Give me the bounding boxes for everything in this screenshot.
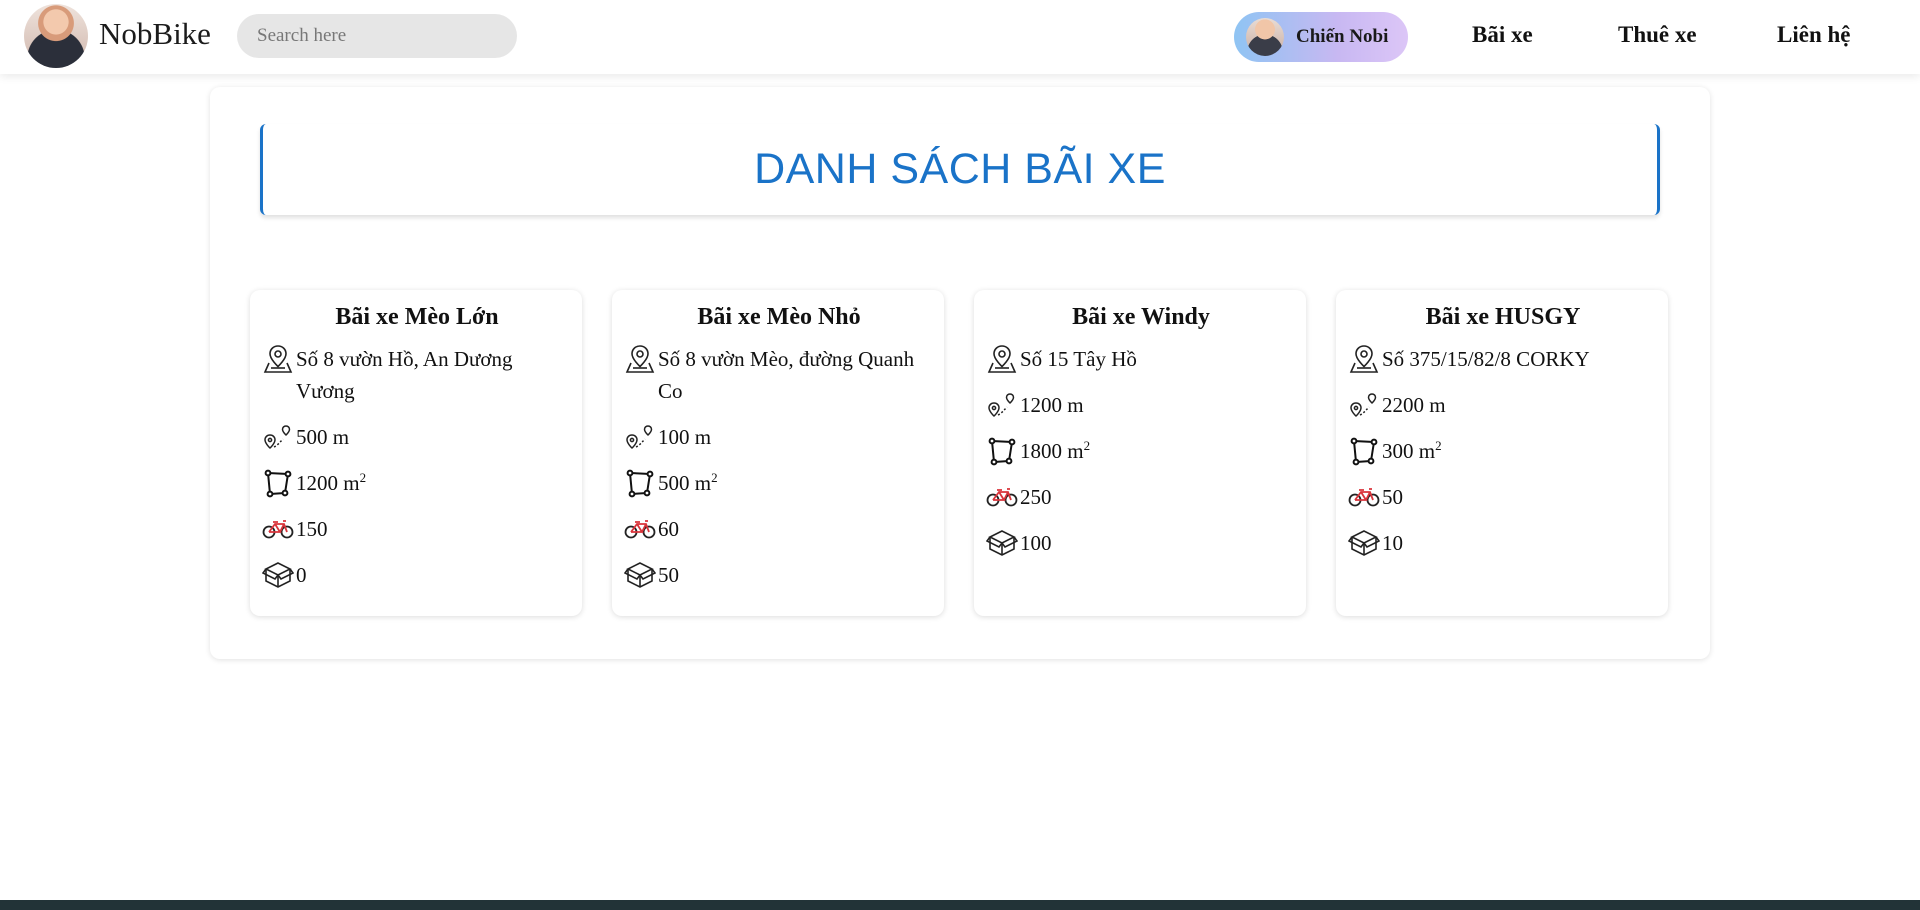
distance-row: 100 m [624, 421, 934, 453]
route-icon [262, 421, 296, 453]
area-row: 300 m2 [1348, 435, 1658, 467]
distance-row: 2200 m [1348, 389, 1658, 421]
boxes-row: 0 [262, 559, 572, 591]
box-icon [986, 527, 1020, 559]
page-title: DANH SÁCH BÃI XE [754, 145, 1166, 193]
box-count: 0 [296, 563, 307, 587]
nav-link-lien-he[interactable]: Liên hệ [1777, 22, 1850, 48]
route-icon [1348, 389, 1382, 421]
address-row: Số 15 Tây Hồ [986, 343, 1296, 375]
distance-text: 1200 m [1020, 393, 1084, 417]
main-panel: DANH SÁCH BÃI XE Bãi xe Mèo Lớn Số 8 vườ… [210, 87, 1710, 659]
bicycle-icon [1348, 481, 1382, 513]
address-text: Số 8 vườn Mèo, đường Quanh Co [658, 347, 915, 403]
area-text: 1200 m2 [296, 467, 572, 499]
bicycle-icon [262, 513, 296, 545]
route-icon [986, 389, 1020, 421]
parking-lot-name: Bãi xe Windy [1072, 304, 1210, 330]
area-text: 500 m2 [658, 467, 934, 499]
area-value: 300 m [1382, 439, 1436, 463]
area-unit-exponent: 2 [1083, 438, 1091, 453]
route-icon [624, 421, 658, 453]
avatar [1246, 18, 1284, 56]
map-pin-icon [624, 343, 658, 375]
area-row: 1200 m2 [262, 467, 572, 499]
bike-count: 60 [658, 517, 679, 541]
distance-row: 1200 m [986, 389, 1296, 421]
box-icon [1348, 527, 1382, 559]
area-unit-exponent: 2 [711, 470, 718, 485]
polygon-area-icon [1348, 435, 1382, 467]
map-pin-icon [1348, 343, 1382, 375]
taskbar-strip [0, 900, 1920, 910]
area-value: 1800 m [1020, 439, 1084, 463]
parking-lot-name: Bãi xe Mèo Lớn [335, 304, 499, 330]
top-navbar: NobBike Chiến Nobi Bãi xe Thuê xe Liên h… [0, 0, 1920, 74]
box-icon [624, 559, 658, 591]
bikes-row: 60 [624, 513, 934, 545]
parking-lot-card[interactable]: Bãi xe HUSGY Số 375/15/82/8 CORKY 2200 m… [1336, 290, 1668, 616]
nav-link-bai-xe[interactable]: Bãi xe [1472, 22, 1533, 48]
boxes-row: 100 [986, 527, 1296, 559]
bikes-row: 250 [986, 481, 1296, 513]
area-row: 500 m2 [624, 467, 934, 499]
box-icon [262, 559, 296, 591]
bikes-row: 50 [1348, 481, 1658, 513]
parking-lot-card[interactable]: Bãi xe Mèo Nhỏ Số 8 vườn Mèo, đường Quan… [612, 290, 944, 616]
polygon-area-icon [986, 435, 1020, 467]
user-profile-button[interactable]: Chiến Nobi [1234, 12, 1408, 62]
logo-avatar[interactable] [24, 4, 88, 68]
box-count: 10 [1382, 531, 1403, 555]
bicycle-icon [624, 513, 658, 545]
area-value: 500 m [658, 471, 712, 495]
bike-count: 50 [1382, 485, 1403, 509]
area-row: 1800 m2 [986, 435, 1296, 467]
boxes-row: 10 [1348, 527, 1658, 559]
parking-lot-list: Bãi xe Mèo Lớn Số 8 vườn Hồ, An Dương Vư… [250, 290, 1670, 616]
map-pin-icon [262, 343, 296, 375]
address-row: Số 375/15/82/8 CORKY [1348, 343, 1658, 375]
distance-row: 500 m [262, 421, 572, 453]
distance-text: 100 m [658, 425, 712, 449]
parking-lot-name: Bãi xe Mèo Nhỏ [697, 304, 861, 330]
parking-lot-card[interactable]: Bãi xe Mèo Lớn Số 8 vườn Hồ, An Dương Vư… [250, 290, 582, 616]
polygon-area-icon [262, 467, 296, 499]
bikes-row: 150 [262, 513, 572, 545]
area-value: 1200 m [296, 471, 360, 495]
bicycle-icon [986, 481, 1020, 513]
distance-text: 500 m [296, 425, 350, 449]
address-text: Số 375/15/82/8 CORKY [1382, 347, 1590, 371]
boxes-row: 50 [624, 559, 934, 591]
search-input[interactable] [237, 14, 517, 58]
user-name: Chiến Nobi [1296, 26, 1389, 47]
box-count: 100 [1020, 531, 1052, 555]
area-text: 1800 m2 [1020, 435, 1296, 467]
bike-count: 250 [1020, 485, 1052, 509]
area-text: 300 m2 [1382, 435, 1658, 467]
area-unit-exponent: 2 [1435, 438, 1442, 453]
brand-name[interactable]: NobBike [99, 16, 211, 52]
address-row: Số 8 vườn Hồ, An Dương Vương [262, 343, 572, 407]
address-text: Số 8 vườn Hồ, An Dương Vương [296, 347, 513, 403]
address-row: Số 8 vườn Mèo, đường Quanh Co [624, 343, 934, 407]
page-title-box: DANH SÁCH BÃI XE [260, 124, 1660, 215]
map-pin-icon [986, 343, 1020, 375]
area-unit-exponent: 2 [359, 470, 367, 485]
bike-count: 150 [296, 517, 328, 541]
box-count: 50 [658, 563, 679, 587]
nav-link-thue-xe[interactable]: Thuê xe [1618, 22, 1697, 48]
parking-lot-card[interactable]: Bãi xe Windy Số 15 Tây Hồ 1200 m 1800 m2… [974, 290, 1306, 616]
distance-text: 2200 m [1382, 393, 1446, 417]
parking-lot-name: Bãi xe HUSGY [1425, 304, 1581, 330]
polygon-area-icon [624, 467, 658, 499]
address-text: Số 15 Tây Hồ [1020, 347, 1137, 371]
